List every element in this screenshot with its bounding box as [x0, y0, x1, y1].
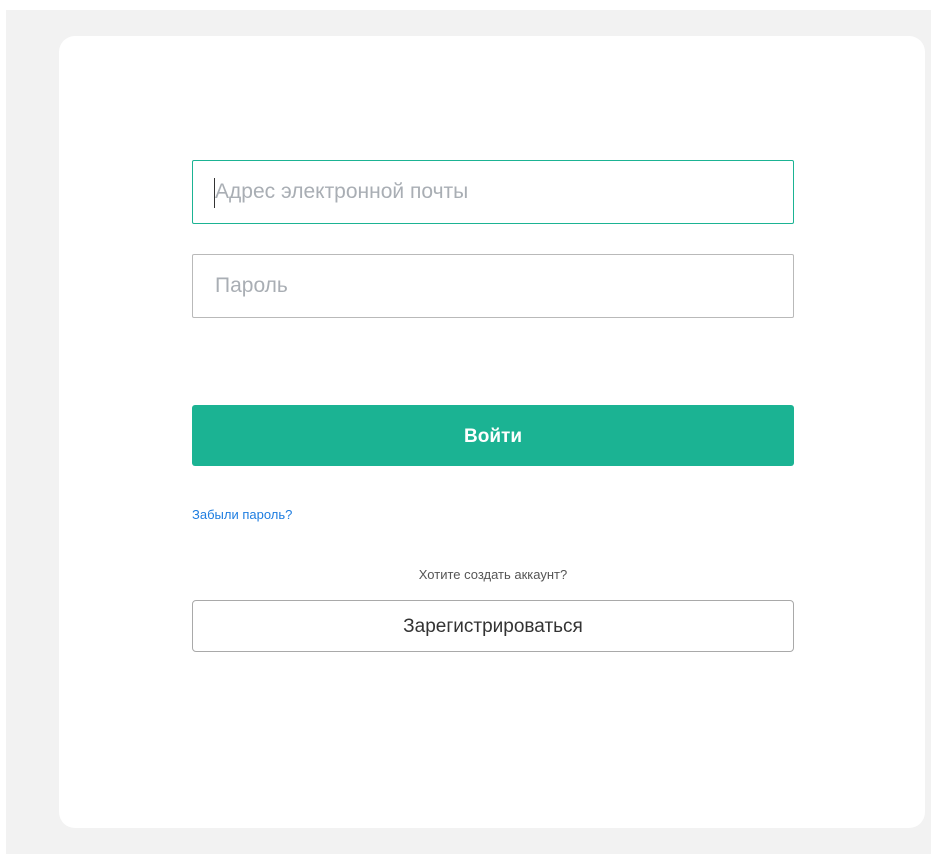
forgot-password-link[interactable]: Забыли пароль? — [192, 507, 292, 522]
password-input[interactable] — [192, 254, 794, 318]
email-input[interactable] — [192, 160, 794, 224]
text-caret — [214, 178, 215, 208]
create-account-prompt: Хотите создать аккаунт? — [418, 567, 568, 582]
login-button[interactable]: Войти — [192, 405, 794, 466]
register-button[interactable]: Зарегистрироваться — [192, 600, 794, 652]
